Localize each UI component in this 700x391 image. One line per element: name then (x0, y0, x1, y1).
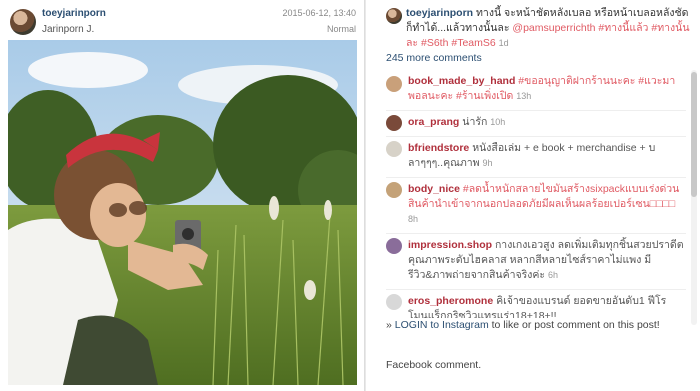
comment-username[interactable]: eros_pheromone (408, 295, 493, 307)
post-full-name: Jarinporn J. (42, 24, 95, 35)
comment-username[interactable]: book_made_by_hand (408, 75, 515, 87)
post-photo[interactable] (8, 40, 357, 385)
comment-avatar[interactable] (386, 238, 402, 254)
comment-avatar[interactable] (386, 182, 402, 198)
comment-item: bfriendstore หนังสือเล่ม + e book + merc… (386, 136, 686, 171)
comment-username[interactable]: ora_prang (408, 116, 459, 128)
post-date: 2015-06-12, 13:40 (282, 8, 356, 18)
comment-text: น่ารัก (462, 116, 488, 128)
facebook-comment-label: Facebook comment. (386, 359, 482, 371)
caption-mention[interactable]: @pamsuperrichth (512, 22, 595, 34)
comment-item: book_made_by_hand #ขออนุญาติฝากร้านนะคะ … (386, 72, 686, 104)
comment-username[interactable]: bfriendstore (408, 142, 469, 154)
post-filter: Normal (326, 24, 356, 34)
comment-username[interactable]: body_nice (408, 183, 460, 195)
caption-ago: 1d (498, 38, 509, 48)
post-card: toeyjarinporn Jarinporn J. 2015-06-12, 1… (0, 0, 365, 391)
comment-avatar[interactable] (386, 141, 402, 157)
comment-ago: 13h (516, 91, 532, 101)
post-header: toeyjarinporn Jarinporn J. 2015-06-12, 1… (8, 6, 358, 38)
scrollbar-thumb[interactable] (691, 72, 697, 197)
comment-avatar[interactable] (386, 294, 402, 310)
post-username[interactable]: toeyjarinporn (42, 8, 106, 19)
comment-item: ora_prang น่ารัก 10h (386, 110, 686, 131)
post-caption: toeyjarinporn ทางนี้ จะหน้าชัดหลังเบลอ ห… (406, 6, 691, 51)
caption-username[interactable]: toeyjarinporn (406, 7, 473, 19)
comment-avatar[interactable] (386, 76, 402, 92)
comments-scrollbar[interactable] (691, 70, 697, 325)
page: toeyjarinporn Jarinporn J. 2015-06-12, 1… (0, 0, 700, 391)
comment-item: body_nice #ลดน้ำหนักสลายไขมันสร้างsixpac… (386, 177, 686, 227)
comment-ago: 10h (490, 117, 506, 127)
comment-username[interactable]: impression.shop (408, 239, 492, 251)
more-comments-link[interactable]: 245 more comments (386, 52, 482, 64)
comment-ago: 6h (548, 270, 559, 280)
comment-list: book_made_by_hand #ขออนุญาติฝากร้านนะคะ … (386, 72, 686, 318)
comment-item: impression.shop กางเกงเอวสูง ลดเพิ่มเติม… (386, 233, 686, 283)
login-prompt: » LOGIN to Instagram to like or post com… (386, 319, 660, 331)
photo-illustration (8, 40, 357, 385)
comment-avatar[interactable] (386, 115, 402, 131)
login-suffix: to like or post comment on this post! (488, 319, 660, 331)
user-avatar[interactable] (10, 9, 36, 35)
caption-avatar[interactable] (386, 8, 402, 24)
comment-item: eros_pheromone คิเจ้าของแบรนด์ ยอดขายอัน… (386, 289, 686, 318)
login-prefix: » (386, 319, 395, 331)
comment-ago: 8h (408, 214, 419, 224)
login-link[interactable]: LOGIN to Instagram (395, 319, 489, 331)
comments-panel: toeyjarinporn ทางนี้ จะหน้าชัดหลังเบลอ ห… (366, 0, 700, 391)
comment-ago: 9h (482, 158, 493, 168)
